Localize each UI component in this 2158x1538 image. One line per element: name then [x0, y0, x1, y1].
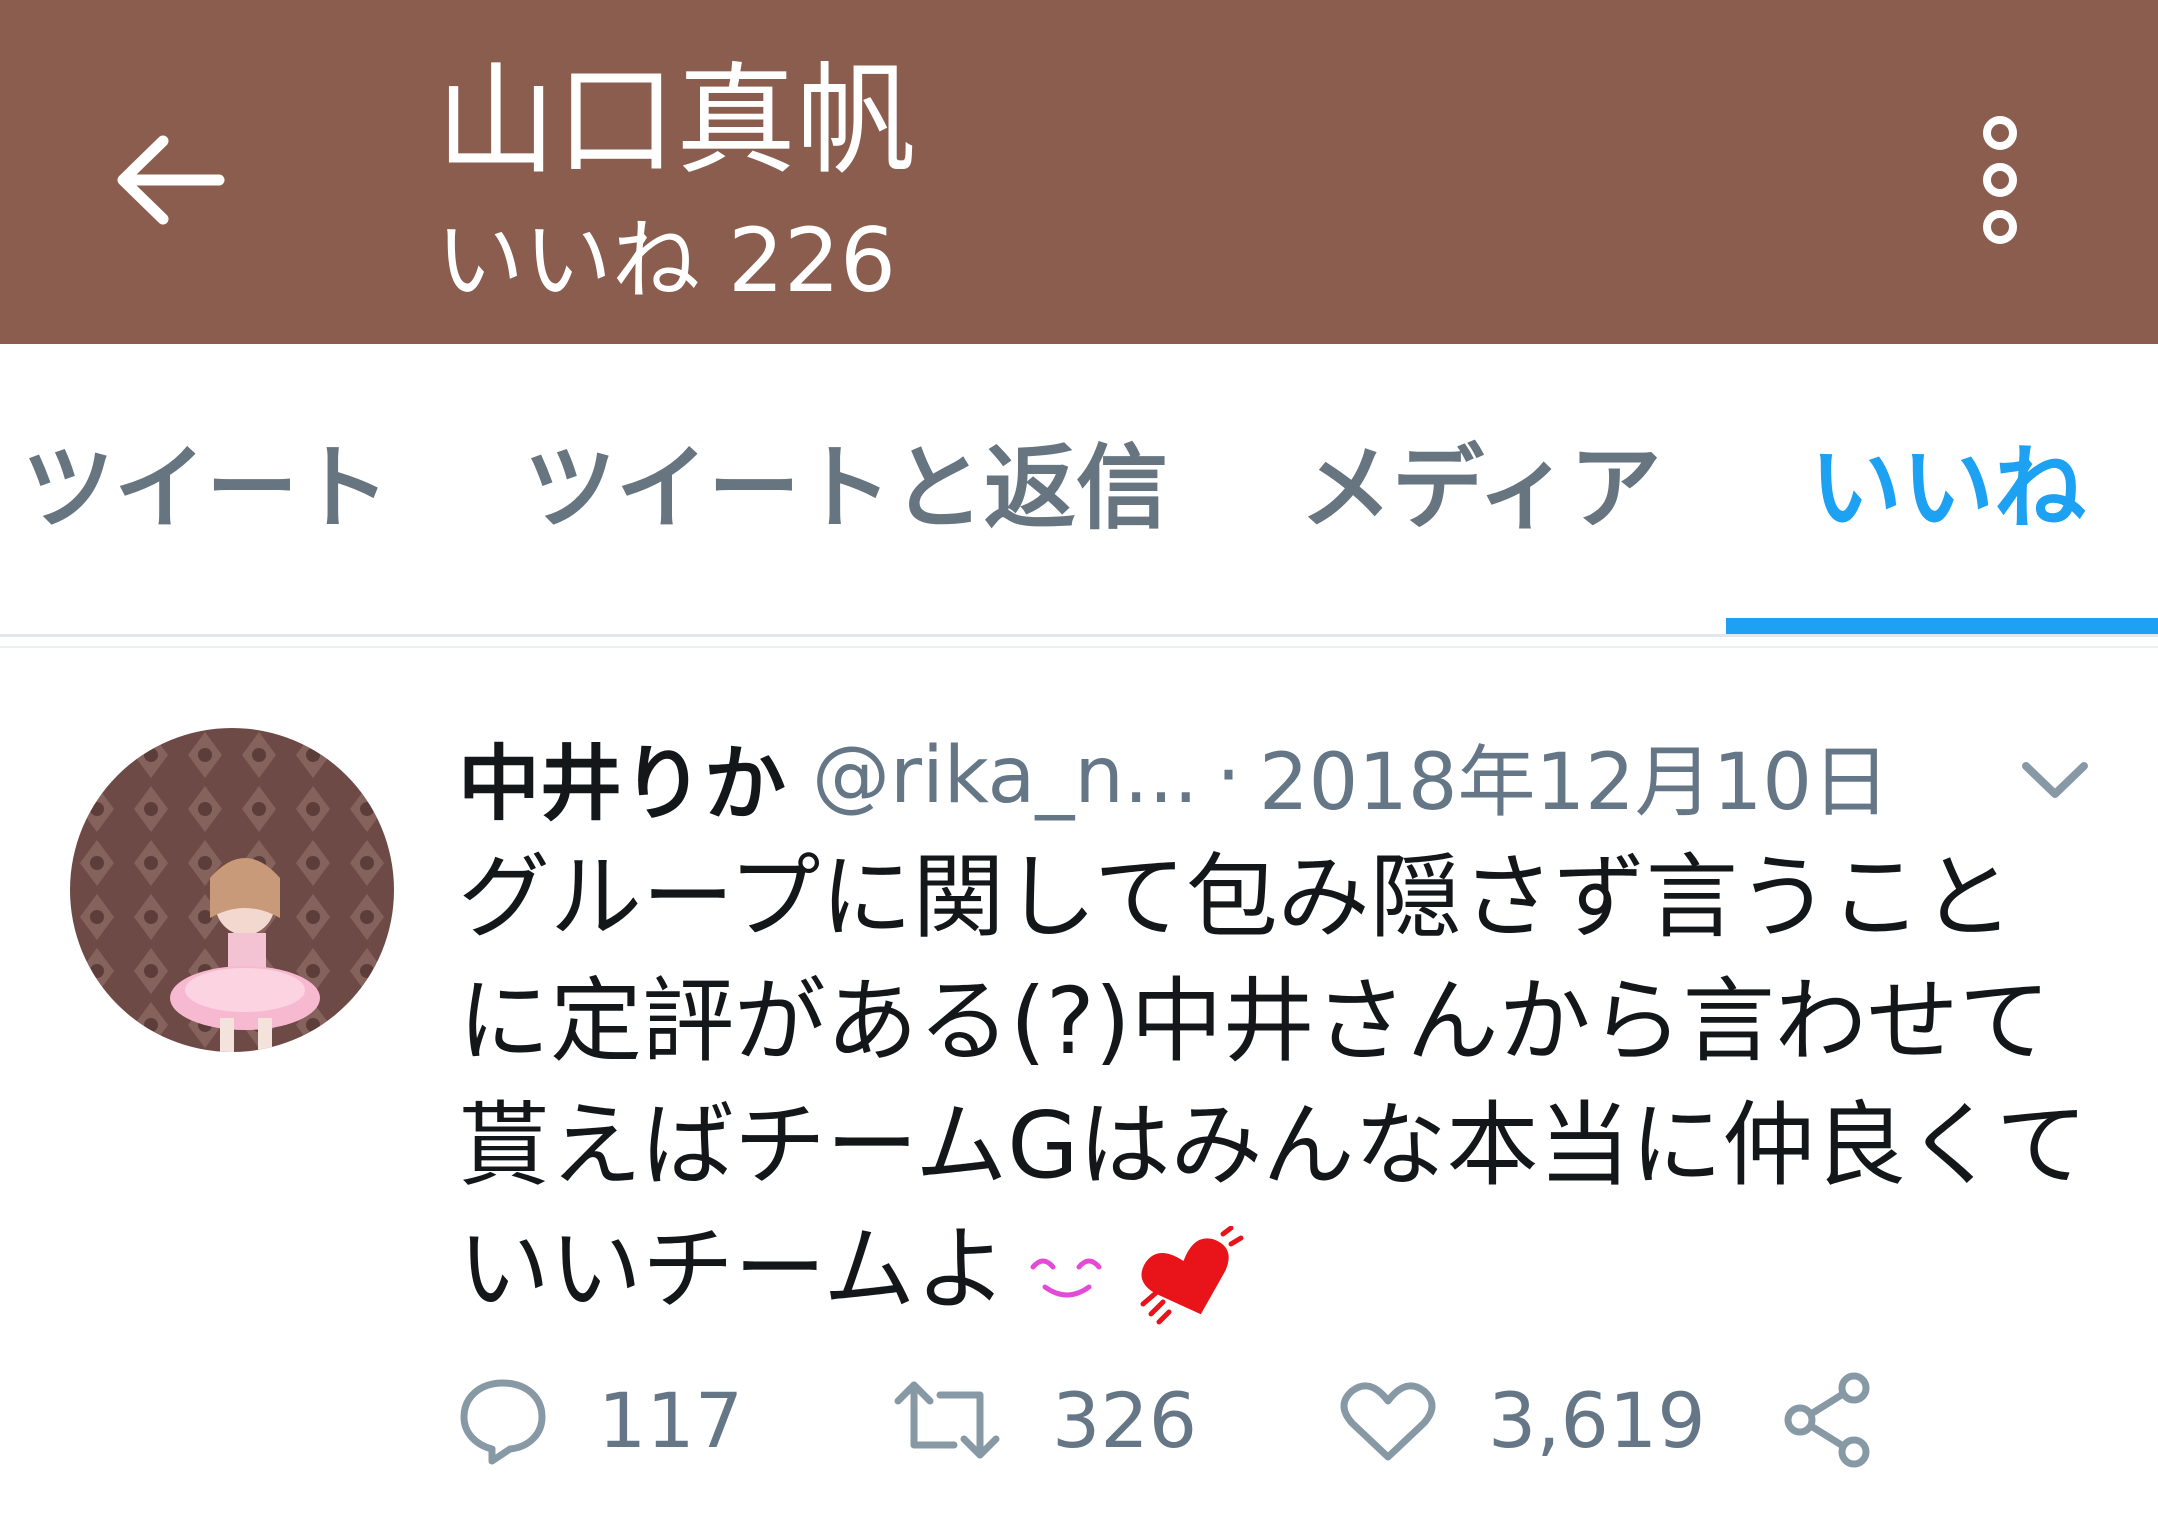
smiling-eyes-emoji: [1030, 1258, 1102, 1298]
app-bar: 山口真帆 いいね 226: [0, 0, 2158, 344]
like-count: 3,619: [1488, 1375, 1706, 1465]
author-name[interactable]: 中井りか: [458, 717, 786, 836]
author-handle[interactable]: @rika_n...: [812, 731, 1198, 821]
divider: [0, 634, 2158, 637]
tweet-menu-button[interactable]: [2010, 740, 2100, 820]
tweet-actions: 117 326 3,619: [458, 1370, 2058, 1470]
tweet-header: 中井りか @rika_n... · 2018年12月10日: [458, 716, 1890, 836]
retweet-icon: [894, 1381, 1000, 1459]
tweet-body: グループに関して包み隠さず言うことに定評がある(?)中井さんから言わせて貰えばチ…: [458, 844, 2088, 1323]
arrow-left-icon: [117, 135, 225, 225]
tab-likes[interactable]: いいね: [1810, 434, 2086, 544]
tab-tweets-and-replies[interactable]: ツイートと返信: [524, 434, 1168, 544]
like-button[interactable]: 3,619: [1338, 1370, 1706, 1470]
active-tab-indicator: [1726, 618, 2158, 634]
profile-tabs: ツイート ツイートと返信 メディア いいね: [0, 344, 2158, 634]
heart-emoji: [1140, 1225, 1244, 1325]
reply-count: 117: [598, 1375, 744, 1465]
share-icon: [1784, 1372, 1870, 1468]
reply-button[interactable]: 117: [458, 1370, 743, 1470]
tab-media[interactable]: メディア: [1300, 434, 1662, 544]
likes-count-subtitle: いいね 226: [436, 209, 896, 312]
chevron-down-icon: [2022, 762, 2088, 798]
divider: [0, 646, 2158, 648]
back-button[interactable]: [100, 110, 240, 250]
tab-tweets[interactable]: ツイート: [22, 434, 390, 544]
tweet-emojis: [1027, 1225, 1245, 1326]
tweet-text: グループに関して包み隠さず言うことに定評がある(?)中井さんから言わせて貰えばチ…: [458, 836, 2098, 1332]
avatar-image: [70, 728, 394, 1052]
share-button[interactable]: [1778, 1370, 1878, 1470]
more-options-button[interactable]: [1950, 100, 2050, 260]
avatar[interactable]: [70, 728, 394, 1052]
tweet-date[interactable]: 2018年12月10日: [1259, 720, 1890, 832]
retweet-button[interactable]: 326: [892, 1370, 1197, 1470]
heart-outline-icon: [1340, 1382, 1436, 1461]
retweet-count: 326: [1052, 1375, 1198, 1465]
more-vertical-icon: [1983, 116, 2017, 244]
reply-icon: [460, 1379, 546, 1465]
header-separator: ·: [1216, 731, 1241, 821]
page-title: 山口真帆: [436, 52, 916, 191]
